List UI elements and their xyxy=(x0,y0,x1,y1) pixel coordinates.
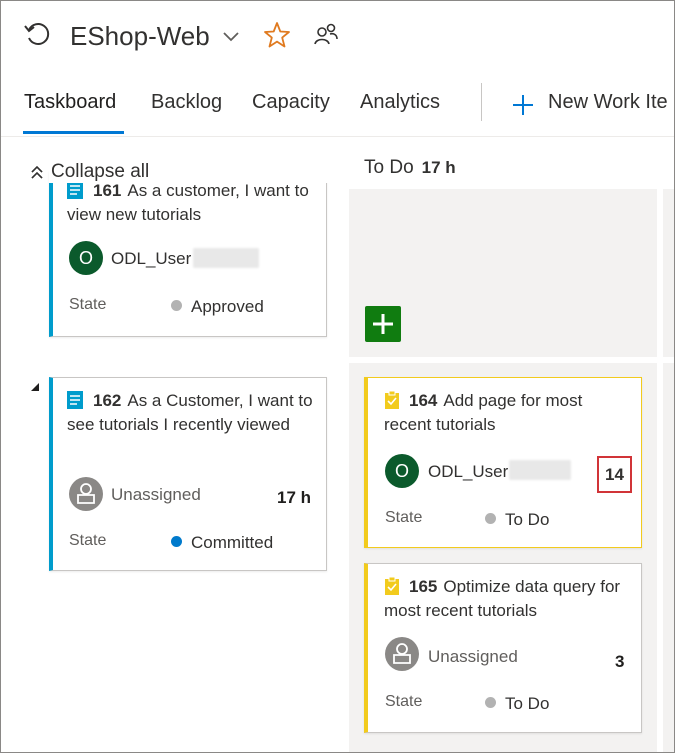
state-label: State xyxy=(385,693,423,710)
state-label: State xyxy=(69,532,107,549)
next-column-cell-row-1 xyxy=(663,189,674,357)
redacted-text xyxy=(193,248,259,268)
star-icon[interactable] xyxy=(263,21,291,49)
active-tab-indicator xyxy=(23,131,124,134)
task-card-165[interactable]: 165 Optimize data query for most recent t… xyxy=(364,563,642,733)
collapse-row-toggle[interactable] xyxy=(31,383,39,391)
user-story-icon xyxy=(67,391,83,409)
state-text: Committed xyxy=(191,533,274,552)
state-value[interactable]: Committed xyxy=(171,533,273,553)
state-value[interactable]: To Do xyxy=(485,510,549,530)
plus-icon xyxy=(373,314,393,334)
column-hours: 17 h xyxy=(421,158,456,177)
task-clipboard-icon xyxy=(385,577,399,595)
assignee-name[interactable]: Unassigned xyxy=(428,647,518,667)
tab-taskboard[interactable]: Taskboard xyxy=(24,91,116,114)
state-dot-icon xyxy=(171,300,182,311)
story-title: 161 As a customer, I want to view new tut… xyxy=(67,179,322,227)
assignee-name[interactable]: Unassigned xyxy=(111,485,201,505)
assignee-name[interactable]: ODL_User xyxy=(111,249,191,269)
task-title: 164 Add page for most recent tutorials xyxy=(384,389,634,437)
add-task-button[interactable] xyxy=(365,306,401,342)
sprint-icon xyxy=(24,23,50,45)
avatar: O xyxy=(69,241,103,275)
taskboard-window: EShop-Web Taskboard Backlog Capacity Ana… xyxy=(0,0,675,753)
story-card-161[interactable]: 161 As a customer, I want to view new tut… xyxy=(49,171,327,337)
collapse-all-label: Collapse all xyxy=(51,161,150,182)
column-name: To Do xyxy=(364,157,414,178)
task-card-164[interactable]: 164 Add page for most recent tutorials O … xyxy=(364,377,642,548)
state-text: To Do xyxy=(505,510,550,529)
work-item-id[interactable]: 165 xyxy=(409,577,437,596)
new-work-item-label: New Work Ite xyxy=(548,91,668,113)
state-text: To Do xyxy=(505,694,550,713)
next-column-cell-row-2 xyxy=(663,363,674,752)
remaining-hours: 17 h xyxy=(277,488,312,507)
tab-bar: Taskboard Backlog Capacity Analytics New… xyxy=(1,79,674,137)
state-label: State xyxy=(385,509,423,526)
unassigned-avatar-icon xyxy=(69,477,103,511)
plus-icon xyxy=(513,95,533,115)
avatar: O xyxy=(385,454,419,488)
work-item-id[interactable]: 162 xyxy=(93,391,121,410)
state-dot-icon xyxy=(485,513,496,524)
redacted-text xyxy=(509,460,571,480)
state-dot-icon xyxy=(485,697,496,708)
toolbar-divider xyxy=(481,83,482,121)
remaining-hours-highlighted[interactable]: 14 xyxy=(597,456,632,493)
work-item-id[interactable]: 161 xyxy=(93,181,121,200)
chevron-down-icon[interactable] xyxy=(221,27,241,45)
tab-backlog[interactable]: Backlog xyxy=(151,91,222,114)
story-card-162[interactable]: 162 As a Customer, I want to see tutorial… xyxy=(49,377,327,571)
work-item-id[interactable]: 164 xyxy=(409,391,437,410)
state-value[interactable]: Approved xyxy=(171,297,264,317)
project-name[interactable]: EShop-Web xyxy=(70,21,210,52)
state-text: Approved xyxy=(191,297,264,316)
column-header-todo: To Do 17 h xyxy=(364,157,456,179)
team-members-icon[interactable] xyxy=(313,21,339,47)
remaining-hours[interactable]: 3 xyxy=(615,652,624,672)
task-title: 165 Optimize data query for most recent t… xyxy=(384,575,634,623)
project-header: EShop-Web xyxy=(1,1,674,71)
task-clipboard-icon xyxy=(385,391,399,409)
state-label: State xyxy=(69,296,107,313)
tab-analytics[interactable]: Analytics xyxy=(360,91,440,114)
tab-capacity[interactable]: Capacity xyxy=(252,91,330,114)
user-story-icon xyxy=(67,181,83,199)
state-dot-icon xyxy=(171,536,182,547)
double-chevron-up-icon xyxy=(31,165,43,179)
assignee-name[interactable]: ODL_User xyxy=(428,462,508,482)
state-value[interactable]: To Do xyxy=(485,694,549,714)
story-title: 162 As a Customer, I want to see tutorial… xyxy=(67,389,322,437)
unassigned-avatar-icon xyxy=(385,637,419,671)
